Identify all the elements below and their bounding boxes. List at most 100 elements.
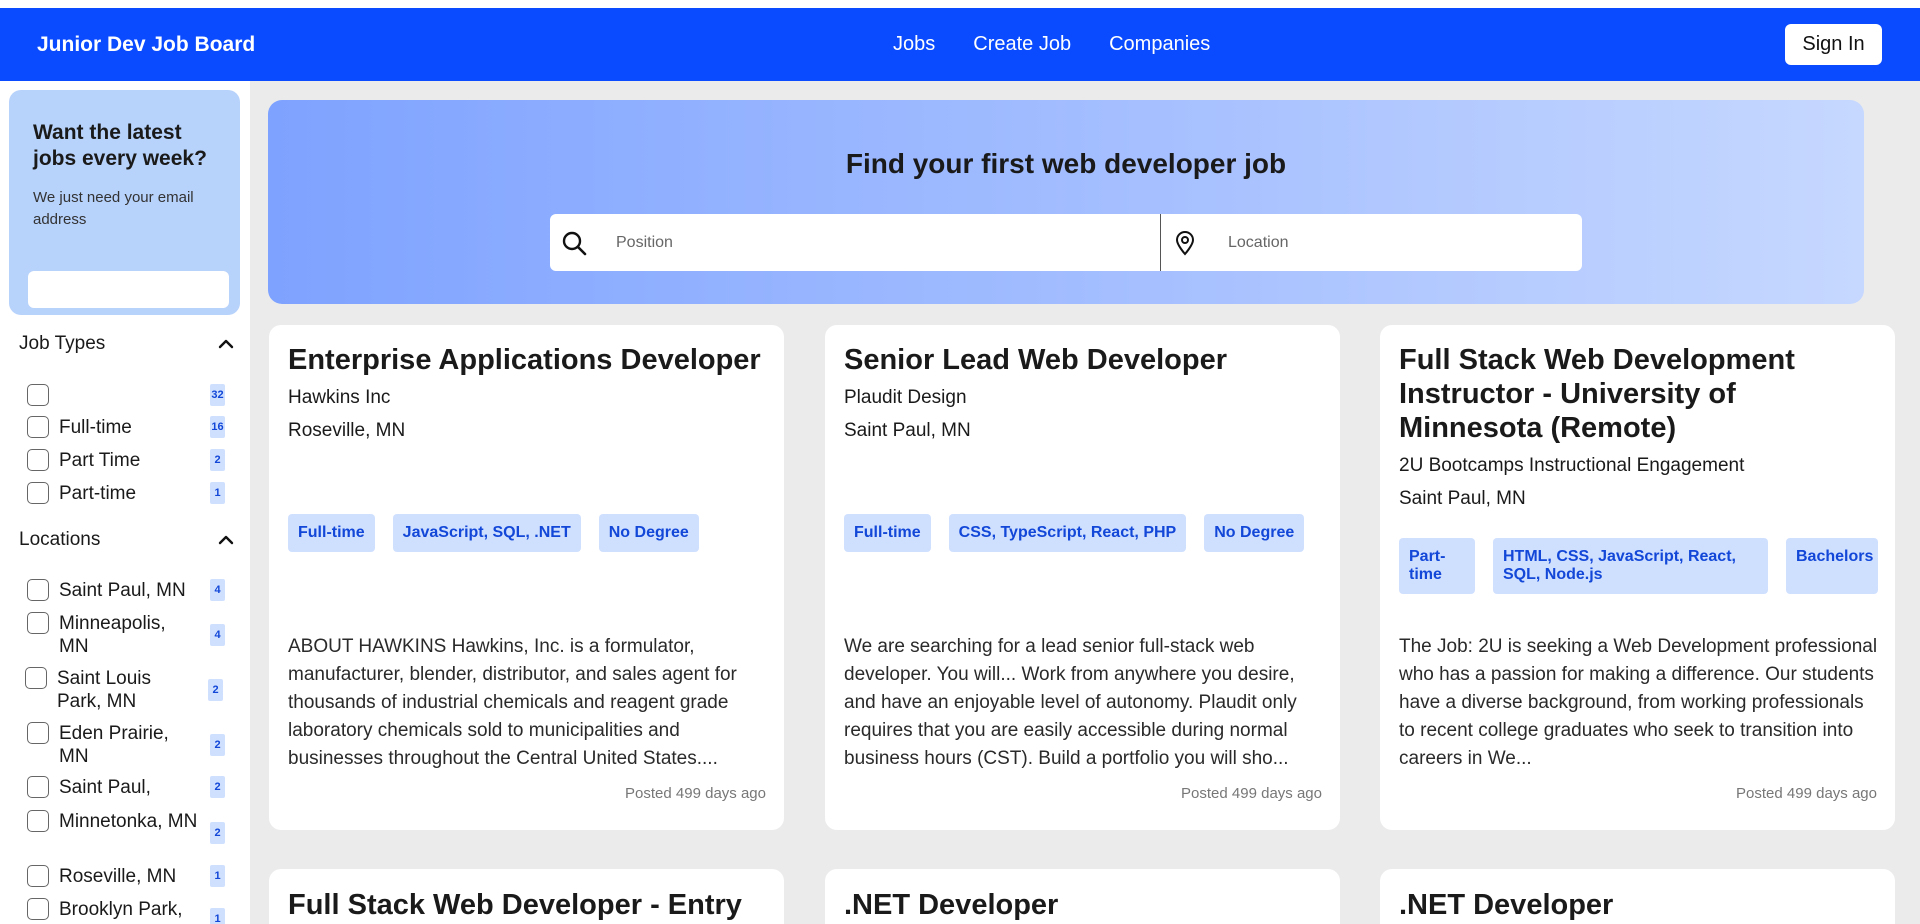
job-type-tag: Full-time [844, 514, 931, 552]
job-title[interactable]: .NET Developer [844, 888, 1324, 922]
skills-tag: HTML, CSS, JavaScript, React, SQL, Node.… [1493, 538, 1768, 594]
location-option[interactable]: Saint Paul, MN 4 [27, 579, 227, 602]
location-option[interactable]: Minneapolis, MN 4 [27, 612, 227, 658]
sign-in-button[interactable]: Sign In [1785, 24, 1882, 65]
checkbox[interactable] [27, 776, 49, 798]
option-count-badge: 1 [210, 482, 225, 504]
location-option[interactable]: Eden Prairie, MN 2 [27, 722, 227, 768]
option-count-badge: 4 [210, 579, 225, 601]
option-label: Full-time [59, 417, 132, 438]
nav-link-create-job[interactable]: Create Job [973, 33, 1071, 56]
job-card[interactable]: Full Stack Web Developer - Entry [269, 869, 784, 924]
job-type-tag: Part-time [1399, 538, 1475, 594]
position-input[interactable]: Position [616, 214, 673, 271]
hero-heading: Find your first web developer job [845, 148, 1287, 179]
search-bar: Position Location [550, 214, 1582, 271]
brand-logo-text[interactable]: Junior Dev Job Board [37, 8, 255, 81]
checkbox[interactable] [27, 384, 49, 406]
location-input[interactable]: Location [1228, 214, 1289, 271]
checkbox[interactable] [27, 810, 49, 832]
job-types-header[interactable]: Job Types [19, 333, 234, 355]
newsletter-email-input[interactable] [28, 271, 229, 308]
job-company: Hawkins Inc [288, 387, 391, 408]
job-title[interactable]: Full Stack Web Development Instructor - … [1399, 343, 1879, 445]
location-option[interactable]: Brooklyn Park, 1 [27, 898, 227, 924]
option-label: Minneapolis, MN [59, 613, 166, 657]
checkbox[interactable] [27, 612, 49, 634]
checkbox[interactable] [27, 898, 49, 920]
option-label: Roseville, MN [59, 866, 177, 887]
checkbox[interactable] [27, 482, 49, 504]
checkbox[interactable] [27, 449, 49, 471]
option-label: Saint Paul, MN [59, 580, 186, 601]
job-location: Saint Paul, MN [1399, 488, 1526, 509]
checkbox[interactable] [25, 667, 47, 689]
location-option[interactable]: Saint Louis Park, MN 2 [25, 667, 225, 713]
checkbox[interactable] [27, 579, 49, 601]
chevron-up-icon[interactable] [218, 339, 234, 349]
option-count-badge: 2 [210, 776, 225, 798]
job-location: Saint Paul, MN [844, 420, 971, 441]
option-label: Saint Paul, [59, 777, 151, 798]
option-count-badge: 16 [210, 416, 225, 438]
option-label: Eden Prairie, MN [59, 723, 169, 767]
job-title[interactable]: Full Stack Web Developer - Entry [288, 888, 768, 922]
navbar: Junior Dev Job Board Jobs Create Job Com… [0, 8, 1920, 81]
option-count-badge: 2 [210, 449, 225, 471]
chevron-up-icon[interactable] [218, 535, 234, 545]
job-company: 2U Bootcamps Instructional Engagement [1399, 455, 1745, 476]
job-card[interactable]: .NET Developer [1380, 869, 1895, 924]
option-label: Minnetonka, MN [59, 811, 198, 832]
hero-banner: Find your first web developer job Positi… [268, 100, 1864, 304]
job-tags: Full-time CSS, TypeScript, React, PHP No… [844, 514, 1305, 552]
job-type-tag: Full-time [288, 514, 375, 552]
job-card[interactable]: .NET Developer [825, 869, 1340, 924]
newsletter-subtext: We just need your email address [33, 189, 194, 228]
option-label: Part-time [59, 483, 137, 504]
job-description: The Job: 2U is seeking a Web Development… [1399, 636, 1878, 769]
checkbox[interactable] [27, 865, 49, 887]
job-title[interactable]: .NET Developer [1399, 888, 1879, 922]
job-card[interactable]: Enterprise Applications Developer Hawkin… [269, 325, 784, 830]
option-count-badge: 2 [210, 822, 225, 844]
job-type-option[interactable]: 32 [27, 384, 227, 406]
job-posted-date: Posted 499 days ago [1181, 785, 1322, 802]
newsletter-heading: Want the latest jobs every week? [33, 121, 207, 170]
job-company: Plaudit Design [844, 387, 967, 408]
option-count-badge: 4 [210, 624, 225, 646]
degree-tag: No Degree [598, 514, 699, 552]
locations-label: Locations [19, 529, 101, 550]
option-label: Saint Louis Park, MN [57, 668, 152, 712]
checkbox[interactable] [27, 416, 49, 438]
job-posted-date: Posted 499 days ago [625, 785, 766, 802]
option-count-badge: 1 [210, 865, 225, 887]
job-description: We are searching for a lead senior full-… [844, 636, 1297, 769]
skills-tag: CSS, TypeScript, React, PHP [948, 514, 1187, 552]
job-type-option[interactable]: Part Time 2 [27, 449, 227, 472]
option-count-badge: 2 [210, 734, 225, 756]
job-card[interactable]: Full Stack Web Development Instructor - … [1380, 325, 1895, 830]
search-divider [1160, 214, 1161, 271]
top-strip [0, 0, 1920, 8]
location-option[interactable]: Minnetonka, MN 2 [27, 810, 227, 844]
option-label: Part Time [59, 450, 141, 471]
job-card[interactable]: Senior Lead Web Developer Plaudit Design… [825, 325, 1340, 830]
checkbox[interactable] [27, 722, 49, 744]
job-location: Roseville, MN [288, 420, 406, 441]
nav-links: Jobs Create Job Companies [893, 8, 1210, 81]
job-type-option[interactable]: Part-time 1 [27, 482, 227, 505]
job-types-label: Job Types [19, 333, 106, 354]
job-type-option[interactable]: Full-time 16 [27, 416, 227, 439]
search-icon [562, 231, 587, 256]
location-option[interactable]: Roseville, MN 1 [27, 865, 227, 888]
nav-link-jobs[interactable]: Jobs [893, 33, 935, 56]
nav-link-companies[interactable]: Companies [1109, 33, 1210, 56]
option-count-badge: 32 [210, 384, 225, 406]
newsletter-box: Want the latest jobs every week? We just… [9, 90, 240, 315]
job-title[interactable]: Senior Lead Web Developer [844, 343, 1324, 377]
option-label: Brooklyn Park, [59, 899, 183, 920]
job-tags: Full-time JavaScript, SQL, .NET No Degre… [288, 514, 699, 552]
location-option[interactable]: Saint Paul, 2 [27, 776, 227, 799]
job-title[interactable]: Enterprise Applications Developer [288, 343, 768, 377]
locations-header[interactable]: Locations [19, 529, 234, 551]
